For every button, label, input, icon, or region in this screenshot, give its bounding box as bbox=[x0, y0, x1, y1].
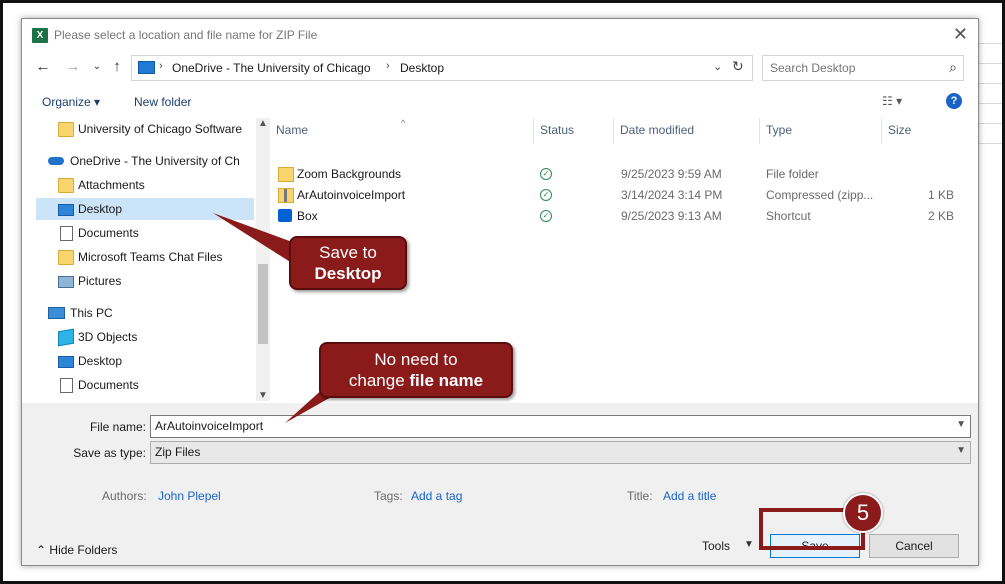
callout-file-name: No need to change file name bbox=[319, 342, 513, 398]
callout-text-bold: file name bbox=[409, 371, 484, 390]
callout-pointer-desktop bbox=[213, 213, 295, 265]
callout-text: No need to bbox=[374, 350, 458, 369]
step-number-badge: 5 bbox=[843, 493, 883, 533]
screenshot-frame: X Please select a location and file name… bbox=[0, 0, 1005, 584]
callout-text: Save to bbox=[319, 243, 377, 262]
callout-text: change bbox=[348, 371, 410, 390]
callout-save-to-desktop: Save to Desktop bbox=[289, 236, 407, 290]
callout-text-bold: Desktop bbox=[314, 264, 382, 283]
annotation-arrows bbox=[213, 213, 349, 423]
